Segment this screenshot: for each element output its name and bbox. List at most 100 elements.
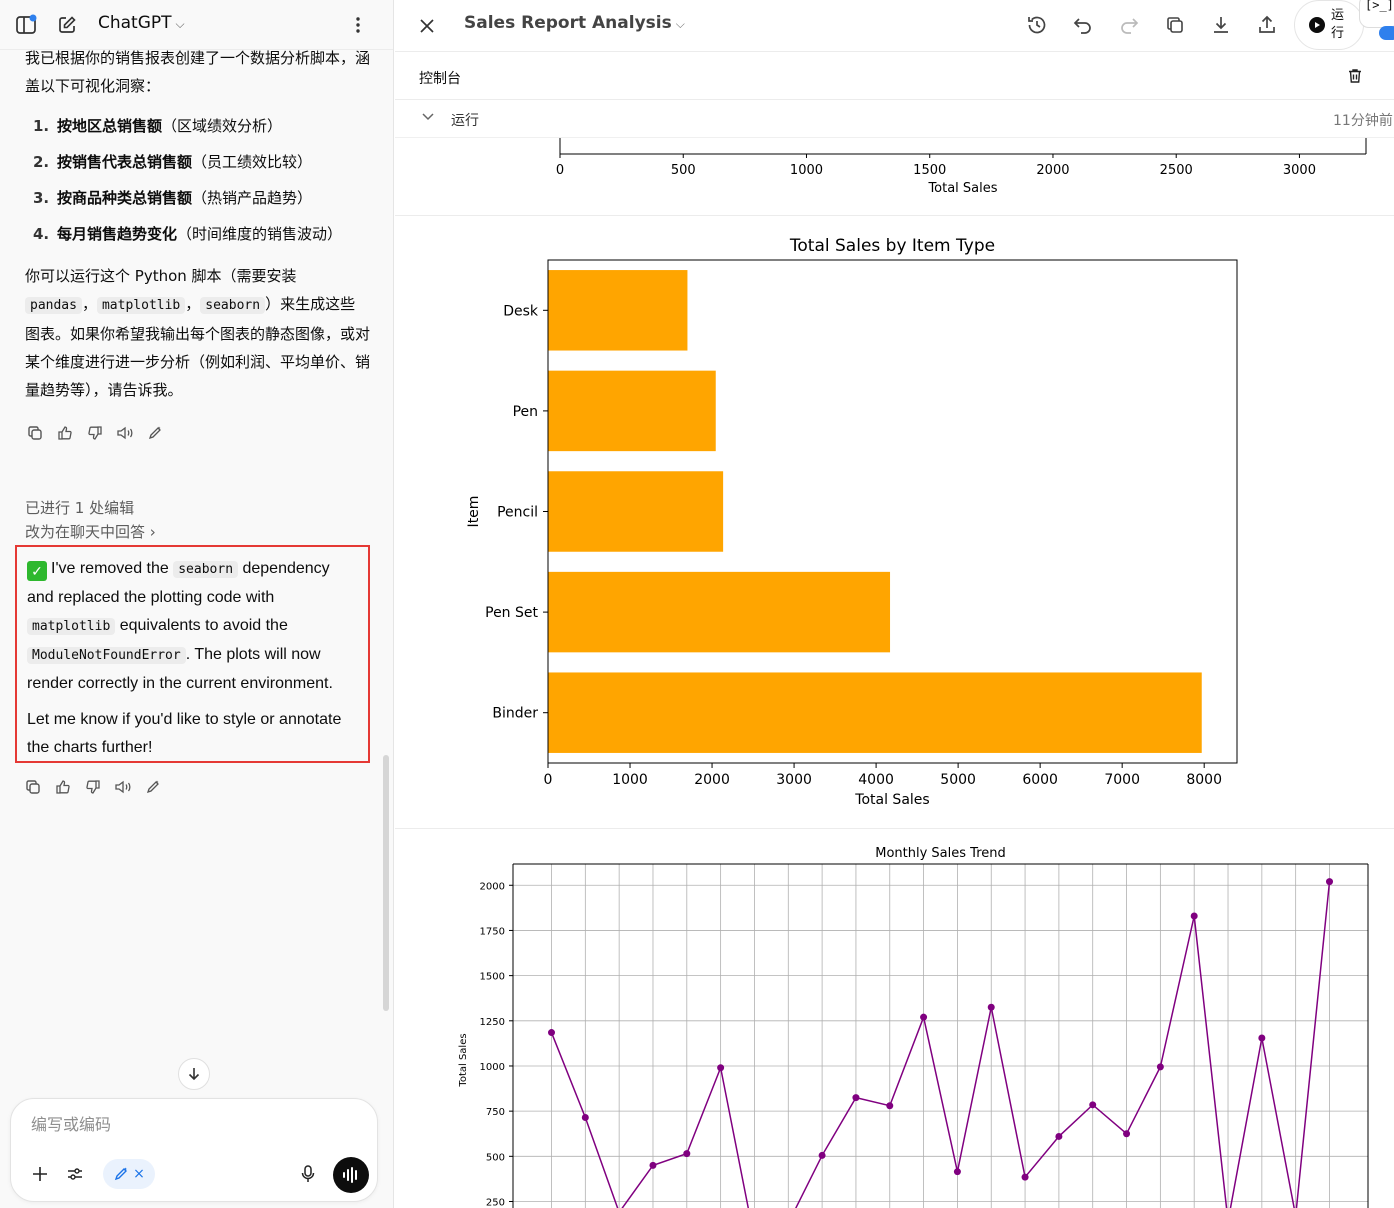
code-seaborn: seaborn [200, 297, 266, 314]
insight-list: 1. 按地区总销售额（区域绩效分析） 2. 按销售代表总销售额（员工绩效比较） 3.… [33, 108, 370, 252]
copy-icon[interactable] [23, 777, 43, 797]
assistant-reply: ✓ I've removed the seaborn dependency and… [15, 545, 370, 763]
scroll-to-bottom-button[interactable] [178, 1058, 210, 1090]
x-tick-label: 3000 [1283, 163, 1316, 178]
model-selector[interactable]: ChatGPT ⌵ [98, 13, 185, 33]
thumbs-up-icon[interactable] [55, 423, 75, 443]
run-code-button[interactable]: 运行 [1294, 0, 1364, 50]
message-input[interactable] [31, 1115, 331, 1134]
y-tick-label: 1750 [480, 926, 505, 937]
share-icon[interactable] [1255, 13, 1279, 37]
data-point [717, 1064, 725, 1072]
data-point [1021, 1173, 1029, 1181]
voice-mode-button[interactable] [333, 1157, 369, 1193]
x-tick-label: 3000 [776, 772, 812, 788]
chat-thread: 我已根据你的销售报表创建了一个数据分析脚本，涵盖以下可视化洞察： 1. 按地区总销… [25, 44, 370, 444]
list-item: 1. 按地区总销售额（区域绩效分析） [33, 117, 283, 135]
data-point [1258, 1034, 1266, 1042]
y-tick-label: Pen Set [485, 605, 538, 621]
y-tick-label: 750 [486, 1107, 505, 1118]
run-timestamp: 11分钟前 [1333, 113, 1393, 129]
copy-icon[interactable] [1163, 13, 1187, 37]
data-point [1326, 878, 1333, 886]
y-tick-label: Pen [513, 404, 538, 420]
read-aloud-icon[interactable] [113, 777, 133, 797]
bar [548, 270, 688, 351]
y-tick-label: 2000 [480, 881, 505, 892]
redo-icon[interactable] [1117, 13, 1141, 37]
y-axis-label: Total Sales [458, 1033, 469, 1087]
y-tick-label: Desk [503, 303, 539, 319]
add-attachment-button[interactable] [27, 1161, 53, 1187]
run-output-row[interactable]: 运行 11分钟前 [395, 100, 1394, 138]
y-tick-label: 1250 [480, 1017, 505, 1028]
composer: × [10, 1098, 378, 1202]
close-icon[interactable]: × [133, 1166, 145, 1182]
chat-panel: ChatGPT ⌵ 我已根据你的销售报表创建了一个数据分析脚本，涵盖以下可视化洞察… [0, 0, 394, 1208]
download-icon[interactable] [1209, 13, 1233, 37]
x-tick-label: 2500 [1160, 163, 1193, 178]
code-pandas: pandas [25, 297, 82, 314]
x-tick-label: 8000 [1186, 772, 1222, 788]
data-point [548, 1029, 555, 1037]
copy-icon[interactable] [25, 423, 45, 443]
x-tick-label: 1500 [913, 163, 946, 178]
thumbs-down-icon[interactable] [85, 423, 105, 443]
dictate-button[interactable] [295, 1161, 321, 1187]
chart-output: 0 500 1000 1500 2000 2500 3000 Total Sales Total… [395, 138, 1394, 1208]
edit-in-canvas-icon[interactable] [143, 777, 163, 797]
close-canvas-button[interactable] [415, 14, 439, 38]
plus-icon [33, 1167, 47, 1181]
more-options-icon[interactable] [346, 13, 370, 37]
canvas-tool-chip[interactable]: × [103, 1159, 155, 1189]
console-header: 控制台 [395, 52, 1394, 100]
assistant-intro: 我已根据你的销售报表创建了一个数据分析脚本，涵盖以下可视化洞察： [25, 49, 371, 95]
answer-in-chat-link[interactable]: 改为在聊天中回答 › [25, 520, 156, 544]
x-tick-label: 0 [556, 163, 564, 178]
sidebar-toggle-icon[interactable] [14, 13, 38, 37]
y-tick-label: Pencil [497, 505, 538, 521]
sliders-icon [68, 1168, 82, 1180]
read-aloud-icon[interactable] [115, 423, 135, 443]
check-mark-icon: ✓ [27, 561, 47, 581]
x-tick-label: 4000 [858, 772, 894, 788]
version-history-icon[interactable] [1025, 13, 1049, 37]
document-title[interactable]: Sales Report Analysis ⌵ [464, 13, 685, 33]
edit-count-label: 已进行 1 处编辑 [25, 499, 135, 517]
data-point [1156, 1063, 1164, 1071]
console-toggle[interactable]: [>_] [1359, 0, 1394, 28]
app-title: ChatGPT [98, 13, 172, 33]
play-icon [1309, 17, 1325, 33]
message-actions [25, 422, 370, 444]
close-icon [420, 19, 434, 33]
edit-summary: 已进行 1 处编辑 改为在聊天中回答 › [25, 496, 156, 544]
data-point [886, 1102, 894, 1110]
x-tick-label: 500 [671, 163, 696, 178]
new-chat-icon[interactable] [55, 13, 79, 37]
message-actions [23, 776, 163, 798]
edit-in-canvas-icon[interactable] [145, 423, 165, 443]
x-axis-label: Total Sales [854, 792, 929, 808]
arrow-down-icon [188, 1068, 200, 1081]
x-axis-label: Total Sales [927, 181, 997, 196]
thumbs-up-icon[interactable] [53, 777, 73, 797]
code-matplotlib: matplotlib [96, 297, 186, 314]
chart-title: Monthly Sales Trend [875, 846, 1006, 861]
bar [548, 672, 1202, 753]
bar [548, 471, 724, 552]
chevron-down-icon [422, 113, 434, 121]
chevron-down-icon: ⌵ [675, 17, 685, 31]
y-axis-label: Item [466, 496, 482, 528]
x-tick-label: 7000 [1104, 772, 1140, 788]
chart-canvas: 0 500 1000 1500 2000 2500 3000Total SalesTotal… [395, 138, 1394, 1208]
undo-icon[interactable] [1071, 13, 1095, 37]
chevron-right-icon: › [149, 523, 156, 541]
thumbs-down-icon[interactable] [83, 777, 103, 797]
data-point [683, 1150, 691, 1158]
chat-scrollbar[interactable] [383, 755, 389, 1011]
data-point [818, 1151, 826, 1159]
tools-button[interactable] [62, 1161, 88, 1187]
chart-divider [395, 828, 1394, 829]
data-point [987, 1003, 995, 1011]
clear-console-icon[interactable] [1348, 68, 1366, 86]
